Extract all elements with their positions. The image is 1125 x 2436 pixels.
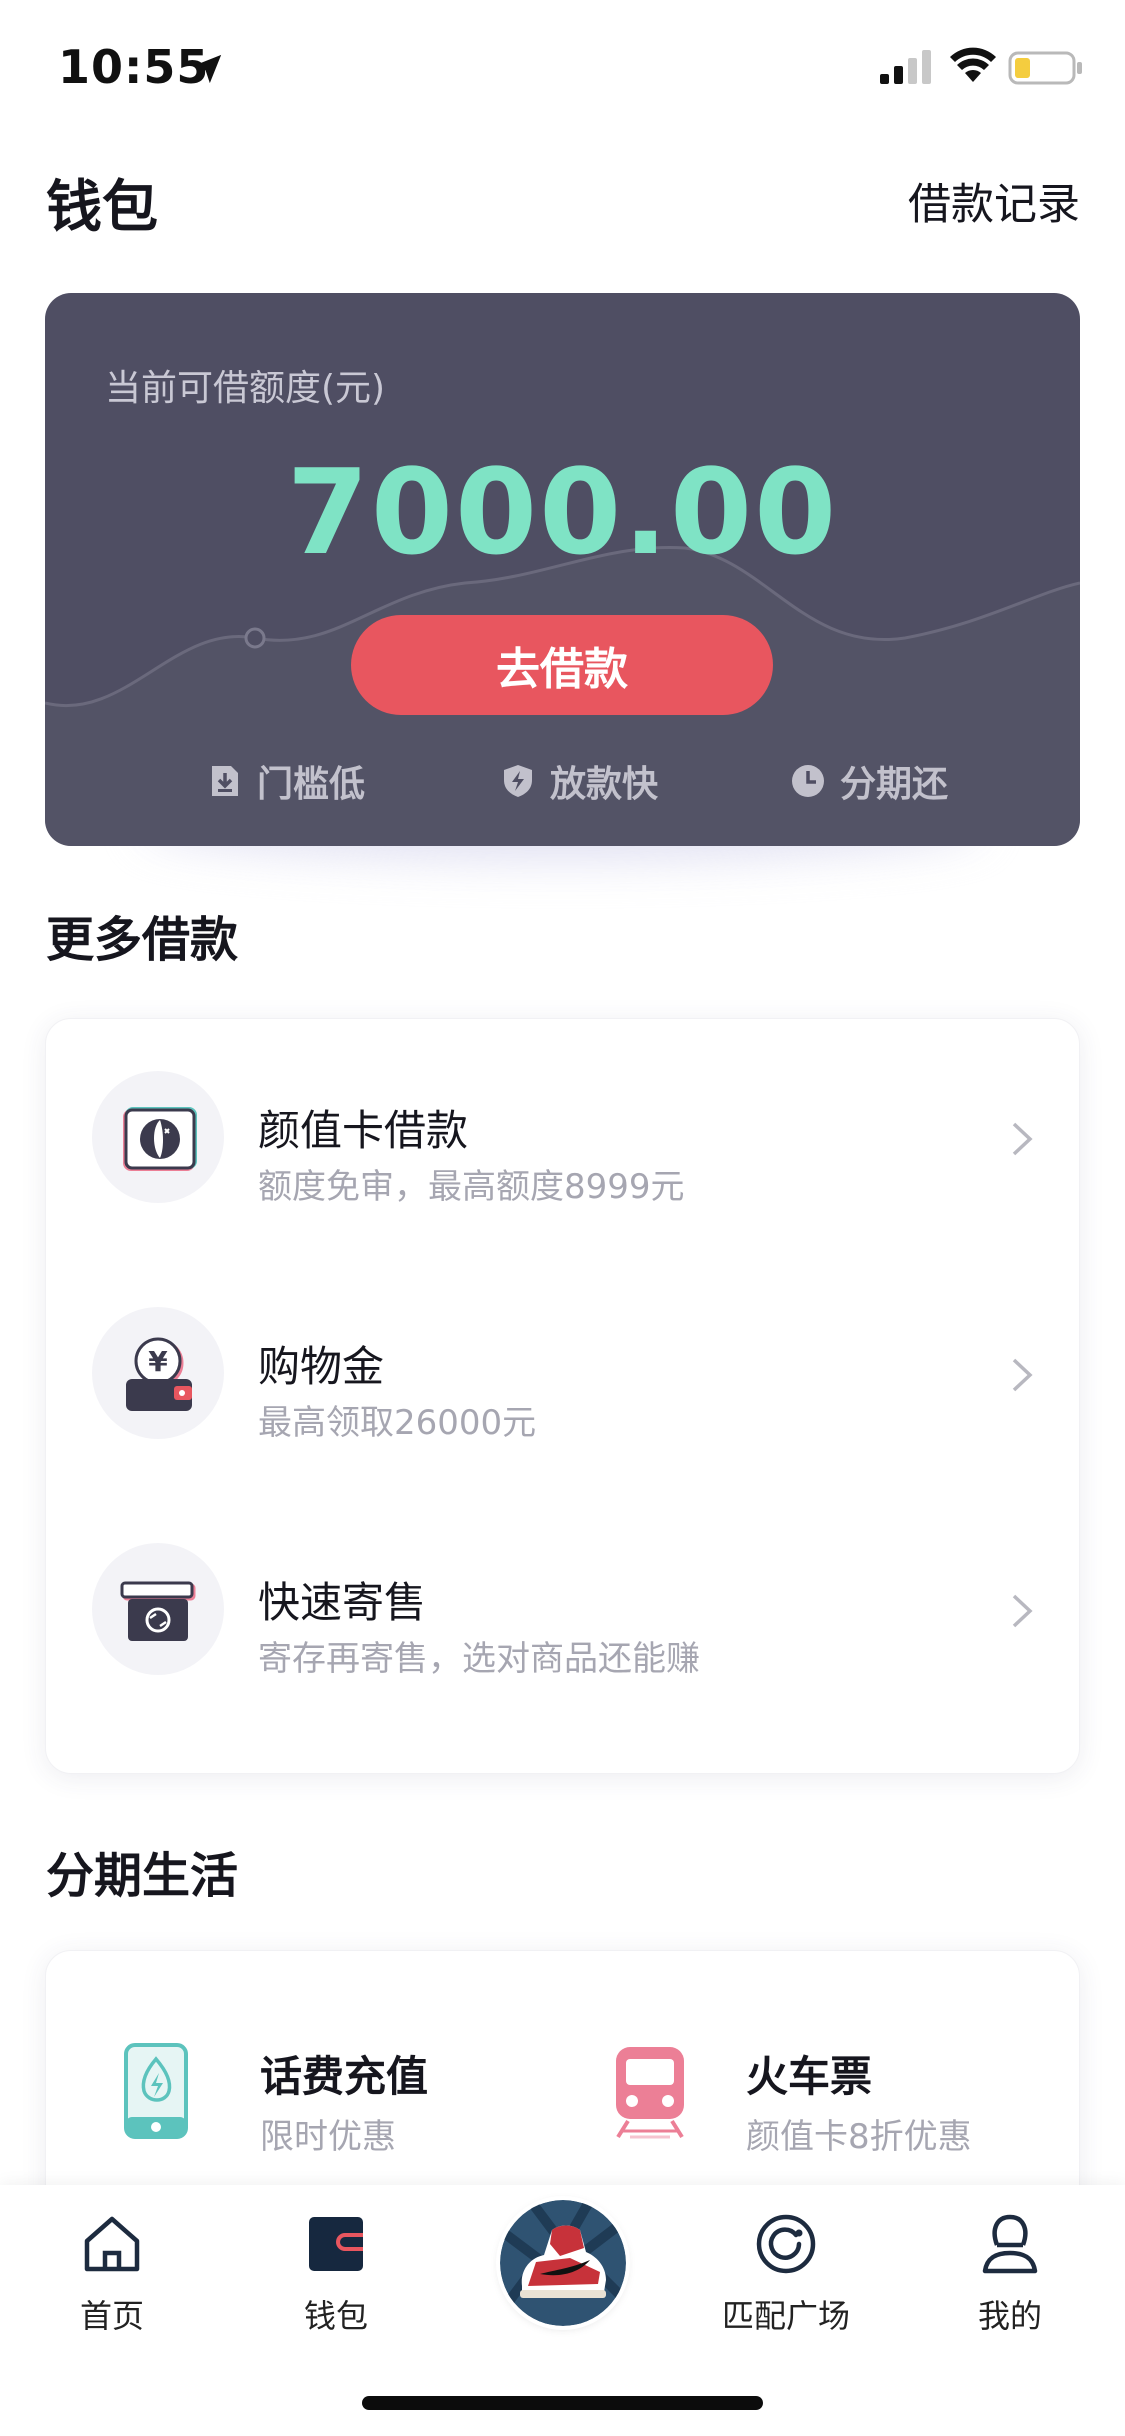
shield-bolt-icon (504, 765, 532, 797)
profile-icon (982, 2214, 1038, 2274)
home-indicator (362, 2396, 763, 2410)
feature-label: 分期还 (840, 764, 949, 805)
loan-item-face-card[interactable]: 颜值卡借款 额度免审，最高额度8999元 (46, 1019, 1081, 1255)
feature-low-threshold: 门槛低 (207, 755, 365, 807)
loan-records-link[interactable]: 借款记录 (908, 170, 1080, 232)
center-sneaker-button[interactable] (500, 2200, 626, 2326)
chevron-right-icon (1012, 1594, 1033, 1628)
credit-card: 当前可借额度(元) 7000.00 去借款 门槛低 放款快 分期还 (45, 293, 1080, 846)
tab-profile[interactable]: 我的 (930, 2185, 1090, 2345)
feature-label: 门槛低 (257, 764, 366, 805)
page-title: 钱包 (46, 175, 158, 240)
signal-icon (880, 50, 931, 84)
tab-match-plaza[interactable]: 匹配广场 (706, 2185, 866, 2345)
service-subtitle: 限时优惠 (260, 2117, 396, 2157)
face-card-icon (123, 1107, 197, 1171)
status-time: 10:55 (58, 40, 210, 94)
service-title: 火车票 (746, 2052, 873, 2101)
status-bar: 10:55 (0, 0, 1125, 135)
location-arrow-icon (192, 54, 222, 84)
loan-subtitle: 额度免审，最高额度8999元 (258, 1167, 685, 1207)
loan-item-quick-consign[interactable]: 快速寄售 寄存再寄售，选对商品还能赚 (46, 1491, 1081, 1727)
more-loans-title: 更多借款 (46, 912, 239, 968)
home-icon (84, 2216, 140, 2272)
feature-label: 放款快 (550, 764, 659, 805)
loan-icon-wrap (92, 1543, 224, 1675)
wifi-icon (950, 47, 996, 82)
train-icon (616, 2047, 684, 2139)
more-loans-panel: 颜值卡借款 额度免审，最高额度8999元 ¥ 购物金 最高领取26000元 快速… (45, 1018, 1080, 1774)
tab-label: 钱包 (303, 2297, 368, 2335)
wallet-icon (309, 2217, 363, 2271)
service-phone-recharge[interactable]: 话费充值 限时优惠 (46, 1951, 546, 2157)
loan-title: 购物金 (258, 1342, 385, 1391)
battery-icon (1008, 51, 1082, 85)
tab-wallet[interactable]: 钱包 (256, 2185, 416, 2345)
credit-limit-amount: 7000.00 (286, 443, 839, 581)
yen-wallet-icon: ¥ (126, 1337, 192, 1411)
sneaker-center-icon (500, 2200, 626, 2326)
loan-subtitle: 最高领取26000元 (258, 1403, 537, 1443)
feature-installment: 分期还 (790, 755, 948, 807)
consign-box-icon (120, 1581, 196, 1641)
chevron-right-icon (1012, 1122, 1033, 1156)
service-title: 话费充值 (260, 2052, 429, 2101)
download-doc-icon (212, 766, 238, 796)
installment-life-title: 分期生活 (46, 1848, 239, 1904)
phone-recharge-icon (124, 2043, 188, 2139)
feature-fast-payout: 放款快 (500, 755, 658, 807)
loan-title: 颜值卡借款 (258, 1106, 469, 1155)
loan-icon-wrap: ¥ (92, 1307, 224, 1439)
loan-icon-wrap (92, 1071, 224, 1203)
tab-label: 我的 (977, 2297, 1042, 2335)
tab-home[interactable]: 首页 (32, 2185, 192, 2345)
borrow-button[interactable]: 去借款 (351, 615, 773, 715)
tab-label: 匹配广场 (721, 2297, 850, 2335)
clock-icon (792, 765, 824, 797)
loan-subtitle: 寄存再寄售，选对商品还能赚 (258, 1639, 700, 1679)
service-train-ticket[interactable]: 火车票 颜值卡8折优惠 (546, 1951, 1046, 2157)
service-subtitle: 颜值卡8折优惠 (746, 2117, 972, 2157)
tab-label: 首页 (79, 2297, 144, 2335)
svg-text:¥: ¥ (148, 1345, 168, 1378)
loan-item-shopping-credit[interactable]: ¥ 购物金 最高领取26000元 (46, 1255, 1081, 1491)
credit-limit-label: 当前可借额度(元) (105, 368, 386, 409)
loan-title: 快速寄售 (258, 1578, 427, 1627)
match-plaza-icon (756, 2214, 816, 2274)
chevron-right-icon (1012, 1358, 1033, 1392)
